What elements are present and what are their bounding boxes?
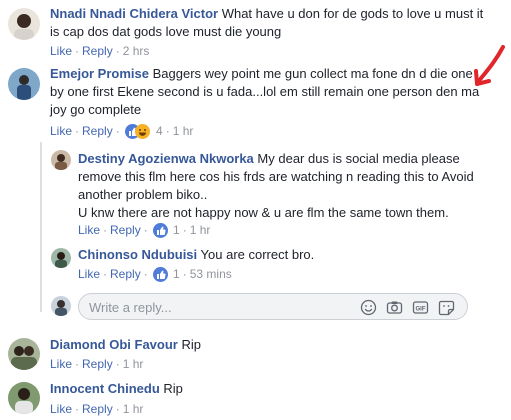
reply-link[interactable]: Reply	[82, 44, 113, 58]
reply-link[interactable]: Reply	[82, 357, 113, 371]
comment-body: Diamond Obi Favour Rip	[50, 336, 480, 354]
timestamp[interactable]: 53 mins	[190, 267, 232, 281]
like-reaction-icon[interactable]	[152, 267, 168, 283]
avatar[interactable]	[8, 338, 40, 370]
emoji-icon[interactable]	[360, 299, 377, 316]
like-reaction-icon[interactable]	[152, 223, 168, 239]
reply-link[interactable]: Reply	[82, 402, 113, 416]
avatar[interactable]	[8, 382, 40, 414]
reply-author[interactable]: Destiny Agozienwa Nkworka	[78, 151, 254, 166]
reply-link[interactable]: Reply	[110, 267, 141, 281]
sticker-icon[interactable]	[438, 299, 455, 316]
red-arrow-annotation	[474, 45, 505, 86]
reply-link[interactable]: Reply	[82, 124, 113, 138]
like-link[interactable]: Like	[50, 402, 72, 416]
comment-body: Emejor Promise Baggers wey point me gun …	[50, 65, 480, 119]
comment-actions: Like · Reply · 1 hr	[50, 402, 144, 416]
reply-actions: Like · Reply · 1 · 1 hr	[78, 223, 211, 239]
timestamp[interactable]: 1 hr	[123, 402, 144, 416]
timestamp[interactable]: 2 hrs	[123, 44, 150, 58]
comment-actions: Like · Reply · 2 hrs	[50, 44, 150, 58]
reaction-count[interactable]: 1	[173, 267, 180, 281]
comment-author[interactable]: Innocent Chinedu	[50, 381, 160, 396]
reply-actions: Like · Reply · 1 · 53 mins	[78, 267, 232, 283]
camera-icon[interactable]	[386, 299, 403, 316]
reply-body: Destiny Agozienwa Nkworka My dear dus is…	[78, 150, 488, 222]
reply-text-line2: U knw there are not happy now & u are fl…	[78, 205, 449, 220]
current-user-avatar	[51, 296, 71, 316]
like-link[interactable]: Like	[78, 223, 100, 237]
reply-body: Chinonso Ndubuisi You are correct bro.	[78, 246, 488, 264]
avatar[interactable]	[8, 8, 40, 40]
timestamp[interactable]: 1 hr	[190, 223, 211, 237]
reply-input[interactable]	[89, 298, 339, 316]
reply-link[interactable]: Reply	[110, 223, 141, 237]
like-link[interactable]: Like	[50, 44, 72, 58]
like-link[interactable]: Like	[50, 124, 72, 138]
reply-text: You are correct bro.	[200, 247, 315, 262]
reply-author[interactable]: Chinonso Ndubuisi	[78, 247, 197, 262]
comment-author[interactable]: Diamond Obi Favour	[50, 337, 178, 352]
reply-composer[interactable]: GIF	[78, 293, 468, 320]
comment-author[interactable]: Nnadi Nnadi Chidera Victor	[50, 6, 218, 21]
timestamp[interactable]: 1 hr	[173, 124, 194, 138]
avatar[interactable]	[51, 248, 71, 268]
comment-author[interactable]: Emejor Promise	[50, 66, 149, 81]
like-link[interactable]: Like	[50, 357, 72, 371]
comment-body: Innocent Chinedu Rip	[50, 380, 480, 398]
haha-reaction-icon[interactable]	[134, 124, 150, 140]
comment-body: Nnadi Nnadi Chidera Victor What have u d…	[50, 5, 490, 41]
comment-text: Rip	[163, 381, 183, 396]
comment-actions: Like · Reply · 4 · 1 hr	[50, 124, 194, 140]
reaction-count[interactable]: 1	[173, 223, 180, 237]
like-link[interactable]: Like	[78, 267, 100, 281]
gif-icon[interactable]: GIF	[412, 299, 429, 316]
svg-text:GIF: GIF	[416, 307, 426, 313]
comment-actions: Like · Reply · 1 hr	[50, 357, 144, 371]
reaction-count[interactable]: 4	[156, 124, 163, 138]
reply-thread-line	[40, 142, 42, 312]
avatar[interactable]	[8, 68, 40, 100]
comment-text: Rip	[181, 337, 201, 352]
timestamp[interactable]: 1 hr	[123, 357, 144, 371]
avatar[interactable]	[51, 150, 71, 170]
